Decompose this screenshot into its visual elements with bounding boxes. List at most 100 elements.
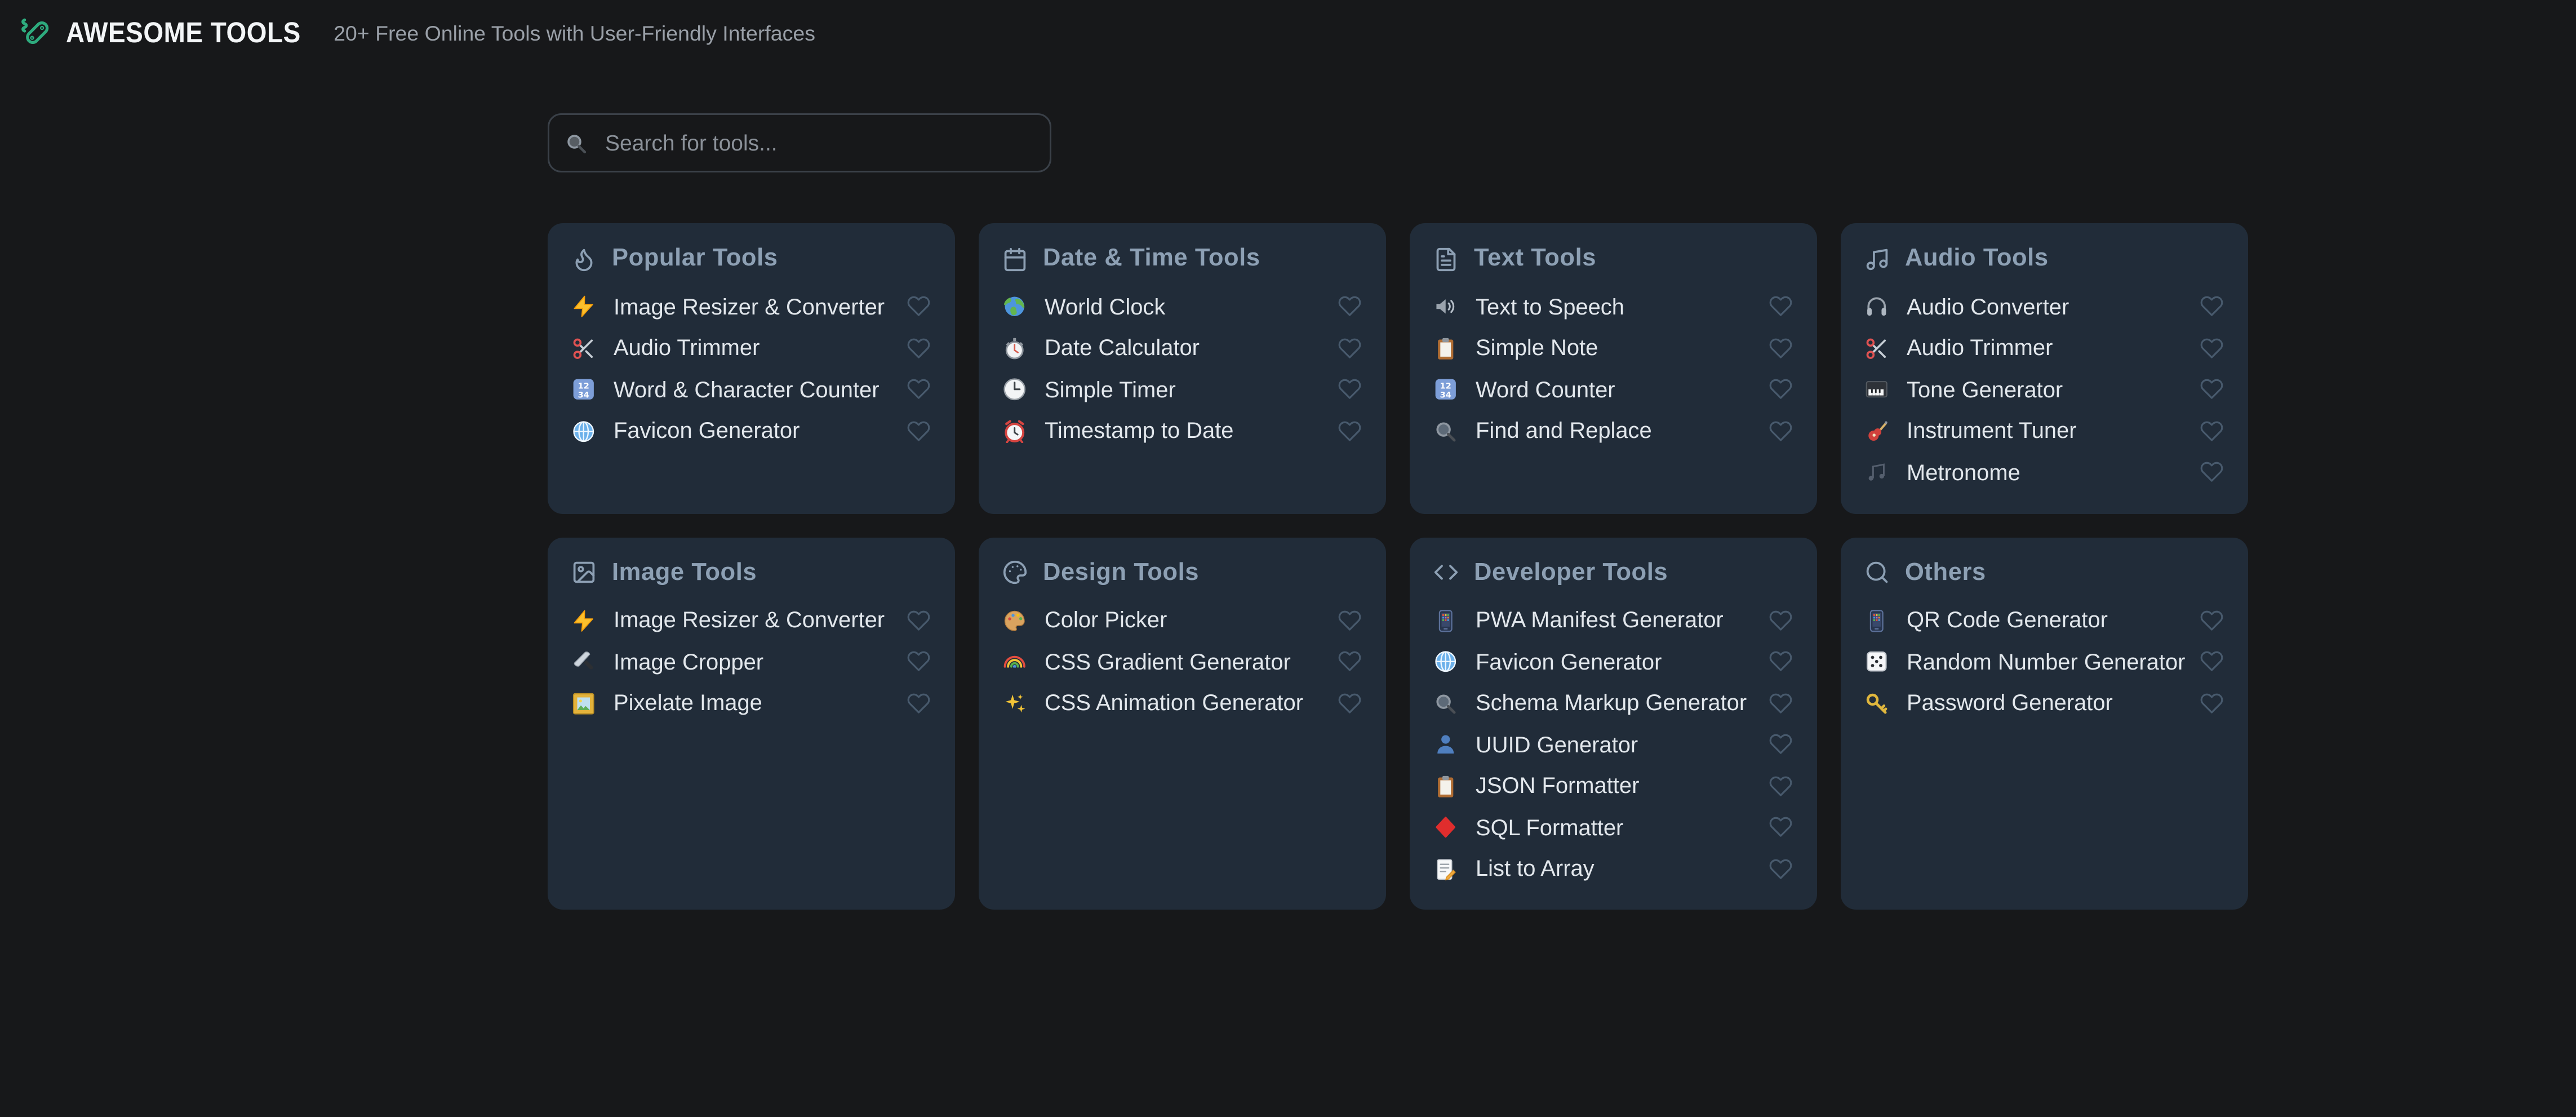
favorite-button[interactable] <box>1768 295 1793 318</box>
tool-item[interactable]: JSON Formatter <box>1433 765 1793 807</box>
tool-item[interactable]: UUID Generator <box>1433 724 1793 765</box>
tool-link[interactable]: Text to Speech <box>1476 294 1624 319</box>
favorite-button[interactable] <box>1768 815 1793 839</box>
tool-item[interactable]: Favicon Generator <box>1433 641 1793 682</box>
favorite-button[interactable] <box>1768 419 1793 442</box>
tool-link[interactable]: Word Counter <box>1476 376 1615 402</box>
tool-item[interactable]: Favicon Generator <box>571 410 931 452</box>
search-input[interactable] <box>548 113 1051 172</box>
tool-item[interactable]: Audio Trimmer <box>571 327 931 369</box>
tool-item[interactable]: Schema Markup Generator <box>1433 682 1793 724</box>
favorite-button[interactable] <box>1768 691 1793 715</box>
tool-item[interactable]: World Clock <box>1002 286 1362 327</box>
tool-link[interactable]: Timestamp to Date <box>1045 418 1234 444</box>
tool-item[interactable]: Metronome <box>1864 451 2224 493</box>
favorite-button[interactable] <box>906 378 931 401</box>
tool-link[interactable]: PWA Manifest Generator <box>1476 608 1724 633</box>
tool-item[interactable]: Simple Note <box>1433 327 1793 369</box>
tool-link[interactable]: Image Cropper <box>614 649 763 674</box>
tool-link[interactable]: Word & Character Counter <box>614 376 880 402</box>
favorite-button[interactable] <box>1768 650 1793 673</box>
tool-item[interactable]: Timestamp to Date <box>1002 410 1362 452</box>
tool-link[interactable]: Favicon Generator <box>1476 649 1662 674</box>
favorite-button[interactable] <box>2199 336 2224 360</box>
tool-link[interactable]: UUID Generator <box>1476 732 1638 757</box>
tool-link[interactable]: Find and Replace <box>1476 418 1652 444</box>
tool-link[interactable]: Simple Note <box>1476 335 1598 361</box>
tool-item[interactable]: Audio Converter <box>1864 286 2224 327</box>
tool-link[interactable]: Image Resizer & Converter <box>614 294 885 319</box>
favorite-button[interactable] <box>906 691 931 715</box>
favorite-button[interactable] <box>1337 650 1362 673</box>
tool-link[interactable]: Color Picker <box>1045 608 1167 633</box>
favorite-button[interactable] <box>1337 608 1362 632</box>
tool-link[interactable]: Schema Markup Generator <box>1476 690 1747 716</box>
tool-item[interactable]: Audio Trimmer <box>1864 327 2224 369</box>
tool-link[interactable]: Pixelate Image <box>614 690 762 716</box>
tool-item[interactable]: CSS Gradient Generator <box>1002 641 1362 682</box>
tool-link[interactable]: Simple Timer <box>1045 376 1176 402</box>
favorite-button[interactable] <box>1337 419 1362 442</box>
favorite-button[interactable] <box>2199 691 2224 715</box>
favorite-button[interactable] <box>2199 460 2224 484</box>
favorite-button[interactable] <box>906 419 931 442</box>
favorite-button[interactable] <box>2199 378 2224 401</box>
tool-item[interactable]: Color Picker <box>1002 600 1362 641</box>
tool-item[interactable]: Random Number Generator <box>1864 641 2224 682</box>
favorite-button[interactable] <box>1768 336 1793 360</box>
favorite-button[interactable] <box>2199 419 2224 442</box>
favorite-button[interactable] <box>1768 857 1793 880</box>
tool-item[interactable]: Pixelate Image <box>571 682 931 724</box>
favorite-button[interactable] <box>2199 295 2224 318</box>
tool-link[interactable]: SQL Formatter <box>1476 814 1623 840</box>
favorite-button[interactable] <box>1768 608 1793 632</box>
tool-item[interactable]: Image Cropper <box>571 641 931 682</box>
tool-link[interactable]: Audio Trimmer <box>614 335 760 361</box>
tool-link[interactable]: List to Array <box>1476 856 1595 881</box>
tool-item[interactable]: List to Array <box>1433 848 1793 890</box>
tool-link[interactable]: Audio Trimmer <box>1907 335 2053 361</box>
tool-item[interactable]: Simple Timer <box>1002 369 1362 410</box>
tool-item[interactable]: 1234Word & Character Counter <box>571 369 931 410</box>
tool-item[interactable]: Image Resizer & Converter <box>571 600 931 641</box>
tool-item[interactable]: Password Generator <box>1864 682 2224 724</box>
tool-link[interactable]: CSS Animation Generator <box>1045 690 1303 716</box>
tool-link[interactable]: Date Calculator <box>1045 335 1200 361</box>
tool-item[interactable]: 1234Word Counter <box>1433 369 1793 410</box>
tool-link[interactable]: CSS Gradient Generator <box>1045 649 1291 674</box>
favorite-button[interactable] <box>1768 733 1793 756</box>
tool-link[interactable]: Tone Generator <box>1907 376 2063 402</box>
favorite-button[interactable] <box>1768 774 1793 797</box>
tool-link[interactable]: Audio Converter <box>1907 294 2069 319</box>
favorite-button[interactable] <box>2199 650 2224 673</box>
tool-item[interactable]: Instrument Tuner <box>1864 410 2224 452</box>
tool-item[interactable]: CSS Animation Generator <box>1002 682 1362 724</box>
tool-link[interactable]: QR Code Generator <box>1907 608 2108 633</box>
favorite-button[interactable] <box>906 608 931 632</box>
favorite-button[interactable] <box>1337 336 1362 360</box>
tool-link[interactable]: Password Generator <box>1907 690 2113 716</box>
tool-item[interactable]: SQL Formatter <box>1433 806 1793 848</box>
tool-link[interactable]: Metronome <box>1907 459 2020 485</box>
favorite-button[interactable] <box>906 336 931 360</box>
tool-item[interactable]: Text to Speech <box>1433 286 1793 327</box>
tool-item[interactable]: Find and Replace <box>1433 410 1793 452</box>
favorite-button[interactable] <box>1768 378 1793 401</box>
favorite-button[interactable] <box>2199 608 2224 632</box>
tool-item[interactable]: Tone Generator <box>1864 369 2224 410</box>
tool-link[interactable]: Random Number Generator <box>1907 649 2185 674</box>
tool-link[interactable]: Image Resizer & Converter <box>614 608 885 633</box>
tool-link[interactable]: Favicon Generator <box>614 418 800 444</box>
favorite-button[interactable] <box>1337 378 1362 401</box>
tool-item[interactable]: Image Resizer & Converter <box>571 286 931 327</box>
favorite-button[interactable] <box>906 295 931 318</box>
tool-link[interactable]: World Clock <box>1045 294 1165 319</box>
tool-item[interactable]: PWA Manifest Generator <box>1433 600 1793 641</box>
tool-link[interactable]: JSON Formatter <box>1476 773 1639 799</box>
logo-home-link[interactable]: AWESOME TOOLS <box>17 15 327 51</box>
favorite-button[interactable] <box>1337 295 1362 318</box>
favorite-button[interactable] <box>906 650 931 673</box>
tool-link[interactable]: Instrument Tuner <box>1907 418 2077 444</box>
tool-item[interactable]: QR Code Generator <box>1864 600 2224 641</box>
favorite-button[interactable] <box>1337 691 1362 715</box>
